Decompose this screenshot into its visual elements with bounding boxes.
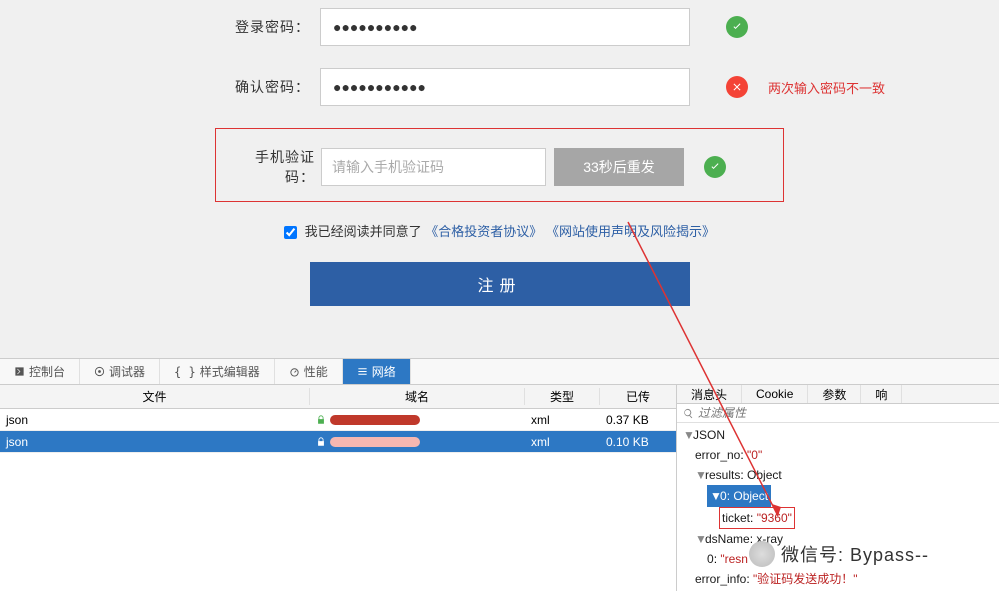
check-icon [704,156,726,178]
lock-icon [316,415,326,425]
agree-link-1[interactable]: 《合格投资者协议》 [425,224,542,239]
lock-icon [316,437,326,447]
col-domain-header[interactable]: 域名 [310,388,525,405]
tab-cookie[interactable]: Cookie [742,385,808,403]
network-panel: 文件 域名 类型 已传 json xml 0.37 KB json xml 0.… [0,385,677,591]
redacted-domain [330,437,420,447]
confirm-password-label: 确认密码： [0,77,320,97]
tab-style-editor[interactable]: { }样式编辑器 [160,359,275,384]
tree-row-highlighted[interactable]: ▼0: Object [683,485,999,507]
agree-link-2[interactable]: 《网站使用声明及风险揭示》 [546,224,715,239]
tab-headers[interactable]: 消息头 [677,385,742,403]
devtools-panel: 控制台 调试器 { }样式编辑器 性能 网络 文件 域名 类型 已传 json … [0,358,999,591]
agree-checkbox[interactable] [284,226,297,239]
redacted-domain [330,415,420,425]
col-file-header[interactable]: 文件 [0,388,310,405]
password-label: 登录密码： [0,17,320,37]
filter-input[interactable] [698,406,993,420]
search-icon [683,408,694,419]
tab-console[interactable]: 控制台 [0,359,80,384]
tab-network[interactable]: 网络 [343,359,411,384]
ticket-highlight: ticket: "9360" [719,507,795,529]
confirm-password-input[interactable] [320,68,690,106]
col-size-header[interactable]: 已传 [600,388,676,405]
error-icon [726,76,748,98]
agreement-row: 我已经阅读并同意了 《合格投资者协议》 《网站使用声明及风险揭示》 [0,220,999,244]
register-button[interactable]: 注册 [310,262,690,306]
inspect-panel: 消息头 Cookie 参数 响 ▼JSON error_no: "0" ▼res… [677,385,999,591]
sms-label: 手机验证码： [226,147,321,187]
agree-prefix: 我已经阅读并同意了 [305,224,422,239]
network-row[interactable]: json xml 0.10 KB [0,431,676,453]
tab-performance[interactable]: 性能 [275,359,343,384]
password-input[interactable] [320,8,690,46]
tab-response[interactable]: 响 [861,385,902,403]
resend-button[interactable]: 33秒后重发 [554,148,684,186]
tab-params[interactable]: 参数 [808,385,861,403]
tab-debugger[interactable]: 调试器 [80,359,160,384]
json-tree[interactable]: ▼JSON error_no: "0" ▼results: Object ▼0:… [677,423,999,591]
network-row[interactable]: json xml 0.37 KB [0,409,676,431]
check-icon [726,16,748,38]
sms-row-highlight: 手机验证码： 33秒后重发 [215,128,784,202]
sms-input[interactable] [321,148,546,186]
col-type-header[interactable]: 类型 [525,388,600,405]
confirm-error-text: 两次输入密码不一致 [768,78,885,97]
